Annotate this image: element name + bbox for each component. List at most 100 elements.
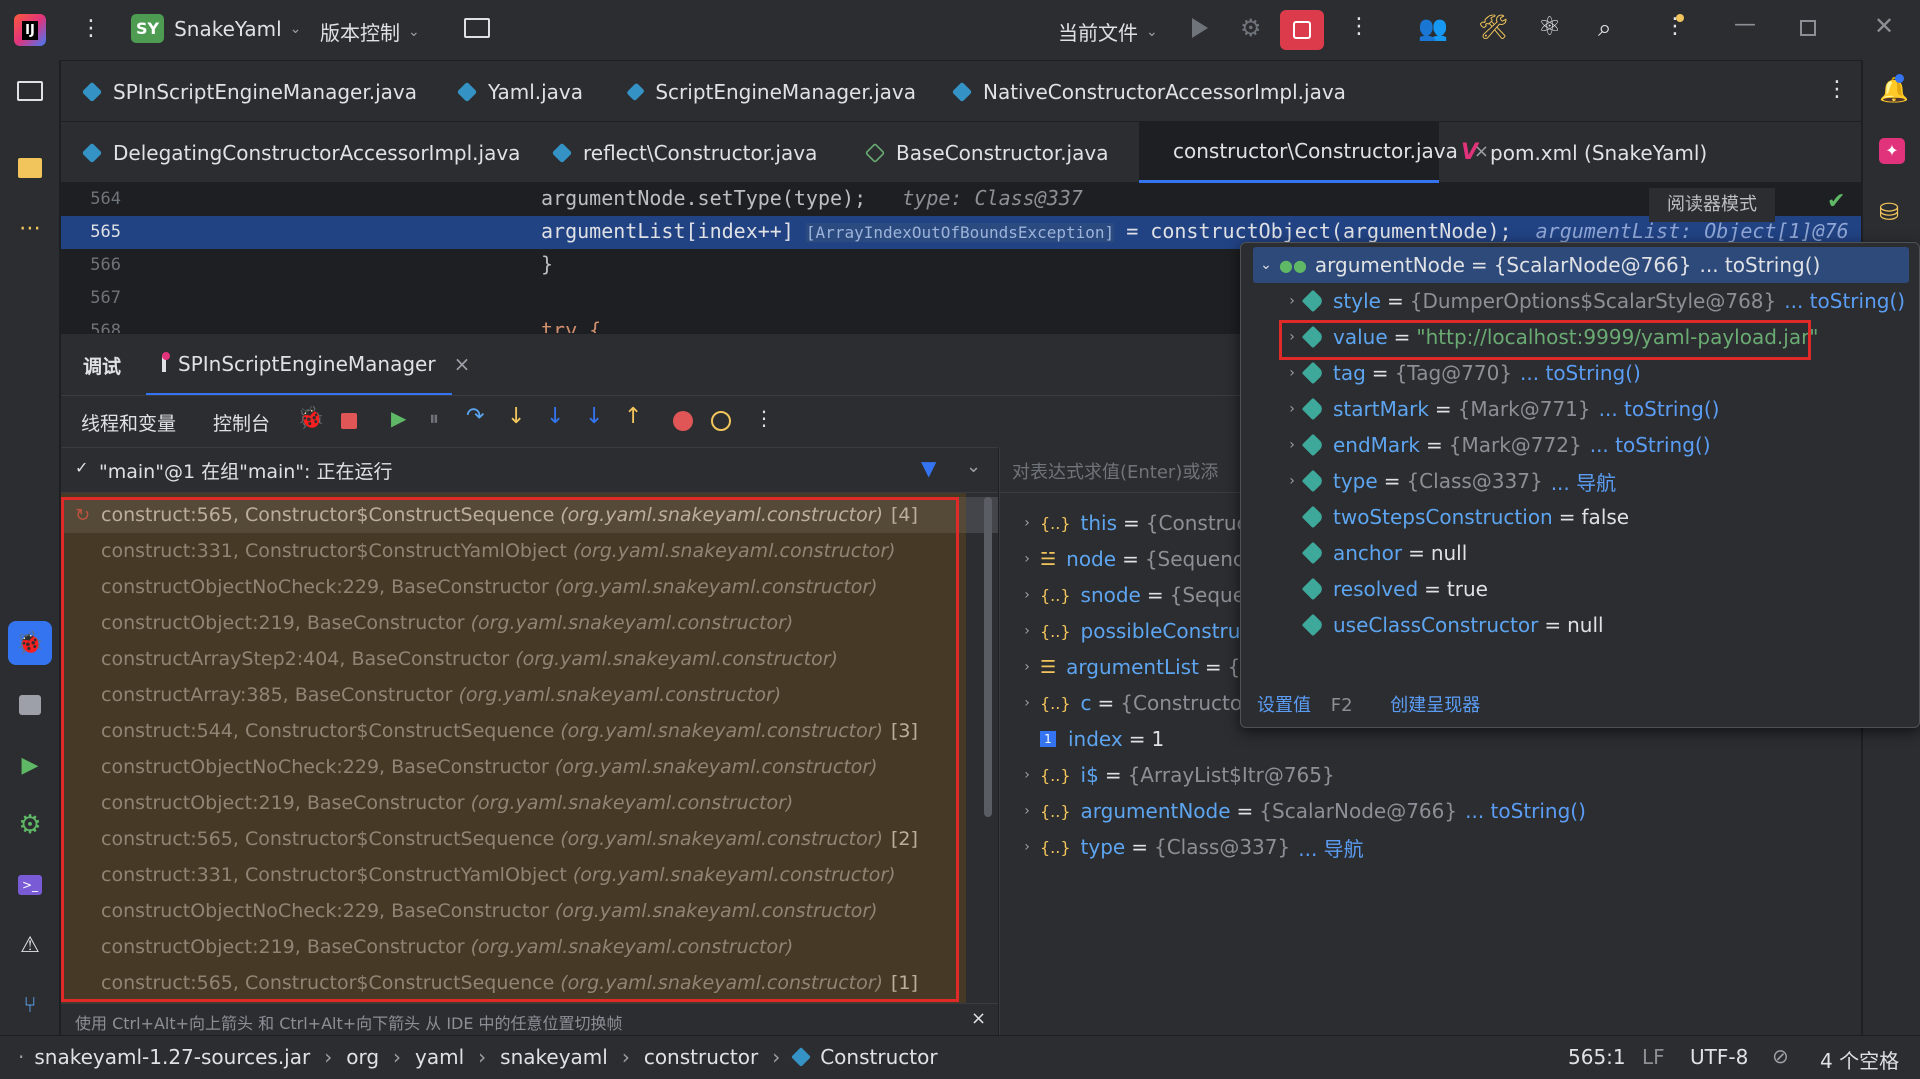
debug-icon[interactable]: ⚙ [1240, 14, 1262, 42]
step-into-icon[interactable]: ↓ [507, 404, 525, 429]
run-tool-icon[interactable]: ▶ [0, 745, 60, 785]
tab-debug-session[interactable]: SPInScriptEngineManager × [146, 334, 470, 396]
variable-row[interactable]: › {..} this = {Constructo [1014, 505, 1276, 541]
tab-yaml[interactable]: Yaml.java [436, 61, 596, 122]
tab-spinscriptenginemanager[interactable]: SPInScriptEngineManager.java [61, 61, 436, 122]
run-icon[interactable] [1192, 18, 1208, 38]
set-value-link[interactable]: 设置值 [1257, 695, 1311, 716]
pause-icon[interactable]: ⏸ [429, 406, 439, 430]
debug-tool-icon[interactable]: 🐞 [0, 621, 60, 665]
ai-assistant-icon[interactable]: ⚛ [1538, 12, 1561, 42]
variable-row[interactable]: › {..} i$ = {ArrayList$Itr@765} [1014, 757, 1343, 793]
services-icon[interactable] [0, 685, 60, 725]
notifications-icon[interactable]: 🔔 [1879, 74, 1909, 104]
cursor-position[interactable]: 565:1 [1568, 1045, 1626, 1069]
breakpoints-icon[interactable] [673, 411, 693, 431]
app-logo[interactable]: IJ [14, 14, 46, 46]
scrollbar[interactable] [984, 497, 992, 817]
restore-button[interactable] [1800, 20, 1816, 36]
line-separator[interactable]: LF [1642, 1045, 1665, 1069]
chevron-down-icon[interactable]: ⌄ [966, 456, 981, 477]
run-config-selector[interactable]: 当前文件 ⌄ [1058, 17, 1158, 46]
tab-console[interactable]: 控制台 [213, 409, 270, 436]
chevron-right-icon[interactable]: › [1014, 659, 1040, 675]
problems-icon[interactable]: ⚠ [0, 925, 60, 965]
thread-selector[interactable]: ✓ "main"@1 在组"main": 正在运行 ▼ ⌄ [61, 447, 998, 493]
stop-button[interactable] [1280, 10, 1324, 50]
close-icon[interactable]: × [971, 1008, 986, 1029]
reader-mode-toggle[interactable]: 阅读器模式 [1649, 188, 1775, 222]
popup-field-row[interactable]: anchor = null [1301, 535, 1475, 571]
mute-breakpoints-icon[interactable] [711, 411, 731, 431]
step-over-icon[interactable]: ↷ [466, 404, 484, 429]
breadcrumb-item[interactable]: constructor [644, 1045, 758, 1069]
tab-pom[interactable]: V pom.xml (SnakeYaml) [1439, 122, 1739, 183]
popup-field-row[interactable]: resolved = true [1301, 571, 1496, 607]
settings-updates-icon[interactable]: ⋮ [1664, 14, 1686, 39]
chevron-right-icon[interactable]: › [1014, 839, 1040, 855]
ai-chat-icon[interactable]: ✦ [1879, 138, 1905, 164]
variable-row[interactable]: › {..} c = {Constructor@ [1014, 685, 1278, 721]
project-selector[interactable]: SY SnakeYaml ⌄ [131, 14, 301, 43]
chevron-right-icon[interactable]: › [1014, 551, 1040, 567]
variable-row[interactable]: › {..} snode = {Sequenc [1014, 577, 1277, 613]
variable-row[interactable]: › {..} type = {Class@337}... 导航 [1014, 829, 1363, 865]
variable-row[interactable]: › {..} argumentNode = {ScalarNode@766}... to… [1014, 793, 1586, 829]
collab-icon[interactable]: 👥 [1418, 14, 1448, 42]
chevron-right-icon[interactable]: › [1014, 767, 1040, 783]
tab-reflect-constructor[interactable]: reflect\Constructor.java [531, 122, 831, 183]
close-window-button[interactable]: ✕ [1874, 12, 1894, 40]
search-icon[interactable]: ⌕ [1598, 14, 1611, 42]
force-step-into-icon[interactable]: ↓ [546, 404, 564, 429]
rerun-icon[interactable]: 🐞 [297, 406, 324, 431]
tab-delegatingconstructoraccessorimpl[interactable]: DelegatingConstructorAccessorImpl.java [61, 122, 561, 183]
popup-field-row[interactable]: › endMark = {Mark@772}... toString() [1279, 427, 1710, 463]
tab-threads-variables[interactable]: 线程和变量 [81, 409, 176, 436]
vcs-selector[interactable]: 版本控制 ⌄ [320, 17, 420, 46]
indent-setting[interactable]: 4 个空格 [1820, 1045, 1899, 1074]
tab-scriptenginemanager[interactable]: ScriptEngineManager.java [606, 61, 916, 122]
popup-field-row[interactable]: › startMark = {Mark@771}... toString() [1279, 391, 1719, 427]
tab-overflow-icon[interactable]: ⋮ [1826, 77, 1848, 102]
build-tools-icon[interactable]: 🛠 [1478, 13, 1508, 41]
more-actions-icon[interactable]: ⋮ [1348, 14, 1370, 39]
structure-icon[interactable] [0, 148, 60, 188]
project-view-icon[interactable] [0, 71, 60, 111]
tab-baseconstructor[interactable]: BaseConstructor.java [844, 122, 1134, 183]
variable-row[interactable]: 1 index = 1 [1014, 721, 1172, 757]
chevron-right-icon[interactable]: › [1014, 695, 1040, 711]
breadcrumb-item[interactable]: snakeyaml-1.27-sources.jar [34, 1045, 310, 1069]
breadcrumb-item[interactable]: org [346, 1045, 379, 1069]
create-renderer-link[interactable]: 创建呈现器 [1390, 695, 1480, 716]
git-branch-icon[interactable]: ⑂ [0, 985, 60, 1025]
chevron-right-icon[interactable]: › [1014, 803, 1040, 819]
smart-step-icon[interactable]: ↓ [585, 404, 603, 429]
step-out-icon[interactable]: ↑ [624, 404, 642, 429]
popup-field-row[interactable]: useClassConstructor = null [1301, 607, 1612, 643]
more-icon[interactable]: ⋮ [754, 406, 774, 430]
variable-row[interactable]: › ☱ node = {Sequence [1014, 541, 1264, 577]
chevron-right-icon[interactable]: › [1014, 515, 1040, 531]
tab-nativeconstructoraccessorimpl[interactable]: NativeConstructorAccessorImpl.java [931, 61, 1401, 122]
gear-icon[interactable]: ⚙ [0, 805, 60, 845]
minimize-button[interactable]: — [1734, 12, 1756, 37]
close-icon[interactable]: × [454, 352, 471, 376]
database-icon[interactable]: ⛁ [1879, 198, 1899, 226]
popup-field-row[interactable]: twoStepsConstruction = false [1301, 499, 1637, 535]
breadcrumb-item[interactable]: yaml [415, 1045, 464, 1069]
popup-root-row[interactable]: ⌄ ●● argumentNode = {ScalarNode@766} ...… [1253, 247, 1909, 283]
chevron-right-icon[interactable]: › [1014, 587, 1040, 603]
popup-field-row[interactable]: › tag = {Tag@770}... toString() [1279, 355, 1641, 391]
more-tools-icon[interactable]: ⋯ [0, 208, 60, 248]
stop-icon[interactable] [341, 413, 357, 429]
popup-field-row[interactable]: › style = {DumperOptions$ScalarStyle@768}..… [1279, 283, 1905, 319]
resume-icon[interactable]: ▶ [391, 406, 406, 430]
folder-icon[interactable] [464, 18, 490, 38]
readonly-icon[interactable]: ⊘ [1772, 1044, 1789, 1068]
file-encoding[interactable]: UTF-8 [1690, 1045, 1748, 1069]
variable-row[interactable]: ›☰argumentList={O [1014, 649, 1264, 685]
chevron-right-icon[interactable]: › [1014, 623, 1040, 639]
popup-field-row[interactable]: › type = {Class@337}... 导航 [1279, 463, 1616, 499]
main-menu-icon[interactable]: ⋮ [80, 16, 102, 41]
terminal-icon[interactable]: >_ [0, 865, 60, 905]
